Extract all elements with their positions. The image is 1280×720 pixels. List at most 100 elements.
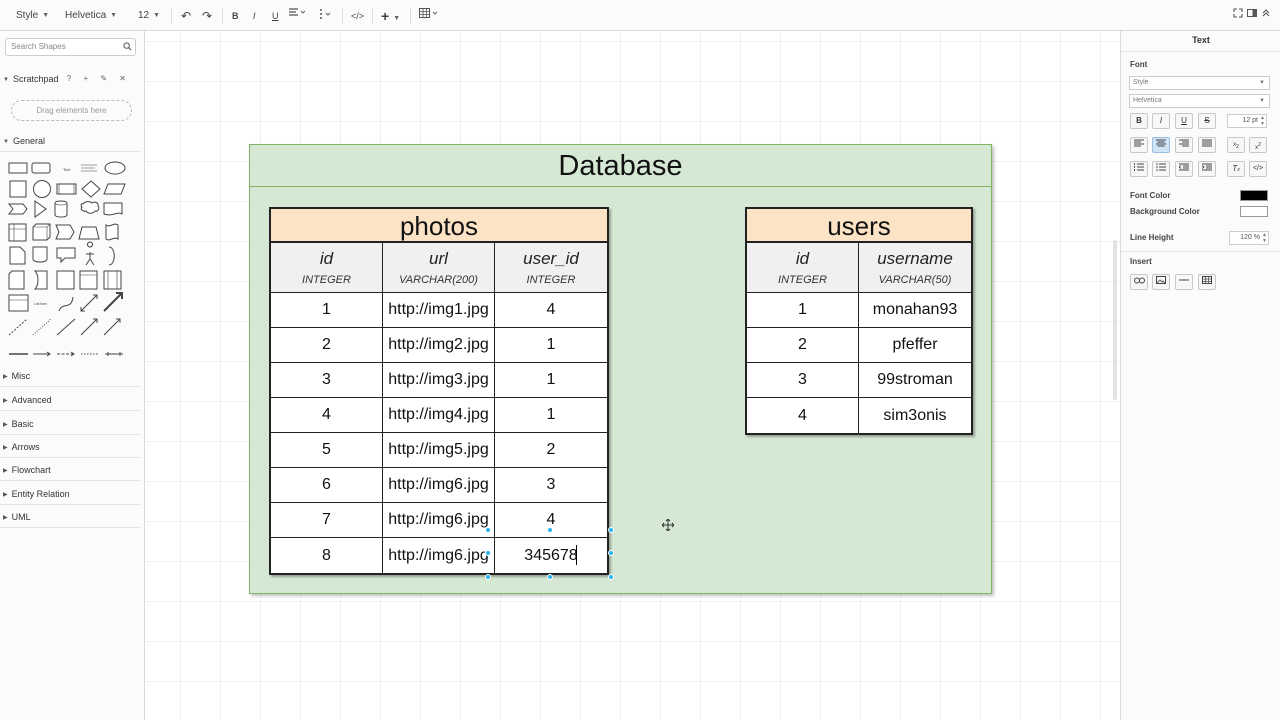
resize-handle[interactable] [608,527,614,533]
table-cell[interactable]: http://img6.jpg [383,538,495,573]
underline-icon[interactable]: U [272,8,279,24]
indent-button[interactable] [1198,161,1216,177]
sidebar-section-basic[interactable]: ▶ Basic [0,413,141,435]
users-table[interactable]: users id INTEGER username VARCHAR(50) 1 mon… [745,207,973,435]
search-shapes-input[interactable]: Search Shapes [5,38,136,56]
table-cell[interactable]: http://img2.jpg [383,328,495,362]
font-color-swatch[interactable] [1240,190,1268,201]
table-cell[interactable]: 7 [271,503,383,537]
table-cell[interactable]: 2 [271,328,383,362]
font-family-select[interactable]: Helvetica ▼ [1129,94,1270,108]
align-menu-icon[interactable] [289,8,306,24]
column-header[interactable]: id INTEGER [271,243,383,292]
bold-button[interactable]: B [1130,113,1148,129]
table-cell[interactable]: 4 [495,293,607,327]
table-cell[interactable]: 6 [271,468,383,502]
table-cell[interactable]: http://img6.jpg [383,468,495,502]
sidebar-section-uml[interactable]: ▶ UML [0,506,141,528]
style-dropdown[interactable]: Style ▼ [16,8,49,24]
background-color-swatch[interactable] [1240,206,1268,217]
sidebar-section-flowchart[interactable]: ▶ Flowchart [0,459,141,481]
font-size-dropdown[interactable]: 12 ▼ [138,8,160,24]
table-cell[interactable]: 4 [747,398,859,433]
bullet-list-button[interactable] [1152,161,1170,177]
align-left-button[interactable] [1130,137,1148,153]
table-cell[interactable]: pfeffer [859,328,971,362]
column-header[interactable]: id INTEGER [747,243,859,292]
subscript-button[interactable]: x2 [1227,137,1245,153]
table-cell[interactable]: 3 [495,468,607,502]
table-cell[interactable]: http://img5.jpg [383,433,495,467]
scratchpad-dropzone[interactable]: Drag elements here [11,100,132,121]
insert-image-button[interactable] [1152,274,1170,290]
sidebar-section-advanced[interactable]: ▶ Advanced [0,389,141,411]
bold-icon[interactable]: B [232,8,239,24]
table-cell[interactable]: 99stroman [859,363,971,397]
underline-button[interactable]: U [1175,113,1193,129]
clear-format-button[interactable]: Tx [1227,161,1245,177]
general-shapes-palette[interactable]: Text List Item [7,157,132,357]
table-cell[interactable]: monahan93 [859,293,971,327]
italic-button[interactable]: I [1152,113,1170,129]
table-cell[interactable]: http://img1.jpg [383,293,495,327]
collapse-icon[interactable] [1261,8,1271,24]
align-right-button[interactable] [1175,137,1193,153]
line-height-input[interactable]: 120 % ▲ ▼ [1229,231,1269,245]
table-icon[interactable] [419,8,441,24]
undo-icon[interactable]: ↶ [181,8,191,24]
justify-button[interactable] [1198,137,1216,153]
resize-handle[interactable] [485,527,491,533]
table-cell[interactable]: 2 [747,328,859,362]
resize-handle[interactable] [547,527,553,533]
italic-icon[interactable]: I [253,8,256,24]
more-format-icon[interactable] [318,8,332,24]
table-cell[interactable]: 1 [747,293,859,327]
format-panel-toggle-icon[interactable] [1247,8,1257,24]
table-cell[interactable]: 1 [495,328,607,362]
database-title[interactable]: Database [250,145,991,187]
table-cell[interactable]: 1 [271,293,383,327]
scratchpad-header[interactable]: ▼ Scratchpad ? + ✎ ✕ [0,68,141,90]
table-cell[interactable]: http://img3.jpg [383,363,495,397]
html-edit-button[interactable]: </> [1249,161,1267,177]
table-cell[interactable]: 1 [495,398,607,432]
outdent-button[interactable] [1175,161,1193,177]
column-header[interactable]: user_id INTEGER [495,243,607,292]
style-select[interactable]: Style ▼ [1129,76,1270,90]
column-header[interactable]: username VARCHAR(50) [859,243,971,292]
strikethrough-button[interactable]: S [1198,113,1216,129]
photos-table[interactable]: photos id INTEGER url VARCHAR(200) user_id… [269,207,609,575]
table-cell[interactable]: 4 [271,398,383,432]
table-cell[interactable]: 345678 [495,538,607,573]
table-cell[interactable]: 2 [495,433,607,467]
resize-handle[interactable] [547,574,553,580]
insert-link-button[interactable] [1130,274,1148,290]
font-size-input[interactable]: 12 pt ▲ ▼ [1227,114,1267,128]
sidebar-section-arrows[interactable]: ▶ Arrows [0,436,141,458]
resize-handle[interactable] [608,550,614,556]
resize-handle[interactable] [485,574,491,580]
table-cell[interactable]: 3 [271,363,383,397]
resize-handle[interactable] [608,574,614,580]
canvas-scrollbar[interactable] [1113,240,1117,400]
users-table-title[interactable]: users [747,209,971,243]
insert-table-button[interactable] [1198,274,1216,290]
sidebar-section-entity-relation[interactable]: ▶ Entity Relation [0,483,141,505]
scratchpad-tools[interactable]: ? + ✎ ✕ [67,68,131,90]
table-cell[interactable]: 1 [495,363,607,397]
html-code-icon[interactable]: </> [351,8,364,24]
column-header[interactable]: url VARCHAR(200) [383,243,495,292]
insert-horizontal-rule-button[interactable] [1175,274,1193,290]
general-section-header[interactable]: ▼ General [0,130,141,152]
align-center-button[interactable] [1152,137,1170,153]
superscript-button[interactable]: x2 [1249,137,1267,153]
table-cell[interactable]: 5 [271,433,383,467]
resize-handle[interactable] [485,550,491,556]
table-cell[interactable]: http://img6.jpg [383,503,495,537]
numbered-list-button[interactable] [1130,161,1148,177]
photos-table-title[interactable]: photos [271,209,607,243]
format-panel-tab-text[interactable]: Text [1121,31,1280,52]
redo-icon[interactable]: ↷ [202,8,212,24]
table-cell[interactable]: 8 [271,538,383,573]
font-family-dropdown[interactable]: Helvetica ▼ [65,8,117,24]
